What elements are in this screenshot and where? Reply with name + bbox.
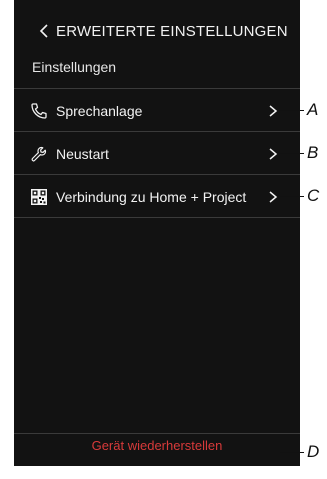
page-title: ERWEITERTE EINSTELLUNGEN [56,22,288,40]
menu-item-neustart[interactable]: Neustart [14,133,300,175]
chevron-right-icon [269,105,278,117]
menu-item-verbindung[interactable]: Verbindung zu Home + Project [14,176,300,218]
callout-line-a [280,110,304,111]
callout-label-a: A [307,100,319,119]
restore-device-button[interactable]: Gerät wiederherstellen [14,438,300,453]
callout-line-d [280,452,304,453]
wrench-icon [30,145,48,163]
device-screen: ERWEITERTE EINSTELLUNGEN Einstellungen S… [14,0,300,466]
phone-icon [30,102,48,120]
divider [14,433,300,434]
back-chevron-icon[interactable] [36,23,52,39]
menu-item-sprechanlage[interactable]: Sprechanlage [14,90,300,132]
callout-line-c [280,196,304,197]
chevron-right-icon [269,148,278,160]
qr-code-icon [30,188,48,206]
menu-item-label: Sprechanlage [56,103,143,119]
divider [14,174,300,175]
callout-label-b: B [307,143,319,162]
menu-item-label: Verbindung zu Home + Project [56,189,247,205]
callout-label-d: D [307,442,320,461]
divider [14,217,300,218]
chevron-right-icon [269,191,278,203]
callout-label-c: C [307,186,320,205]
divider [14,131,300,132]
header: ERWEITERTE EINSTELLUNGEN [14,0,300,62]
section-title: Einstellungen [32,59,117,75]
callout-line-b [280,153,304,154]
divider [14,88,300,89]
menu-item-label: Neustart [56,146,109,162]
